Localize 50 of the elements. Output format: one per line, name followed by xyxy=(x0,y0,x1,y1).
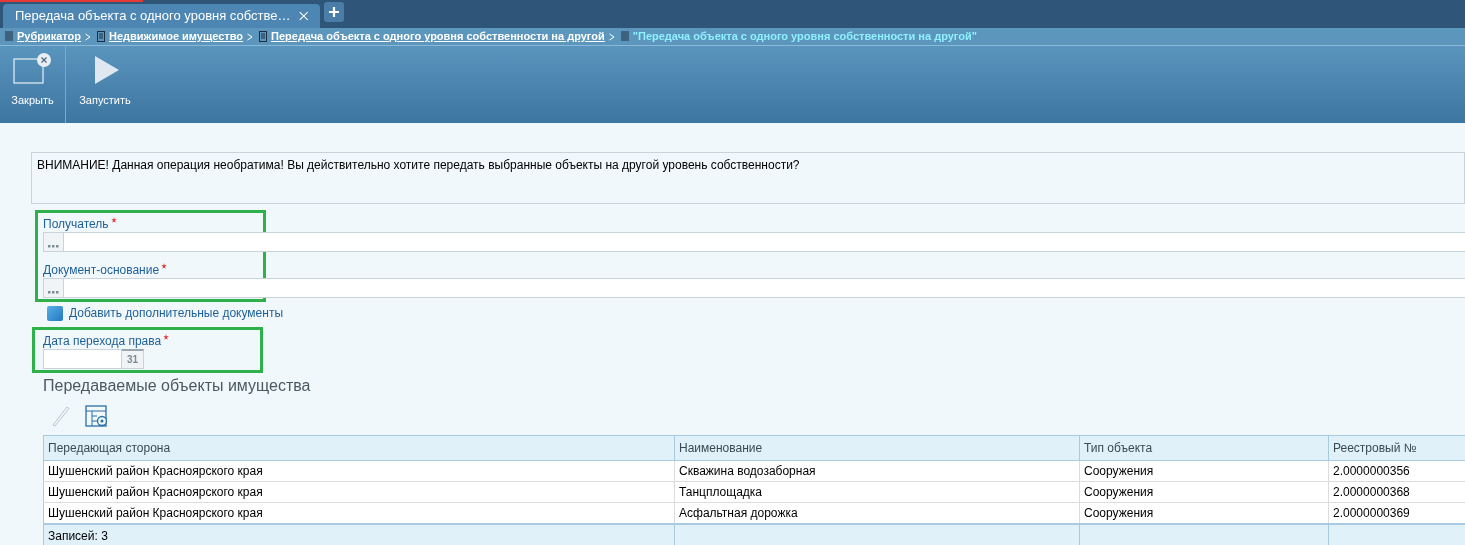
table-settings-button[interactable] xyxy=(85,405,109,427)
toolbar-button[interactable]: Запустить xyxy=(66,46,144,123)
column-header[interactable]: Наименование xyxy=(674,435,1080,461)
column-header[interactable]: Реестровый № xyxy=(1328,435,1465,461)
breadcrumb-link[interactable]: Передача объекта с одного уровня собственности на другой xyxy=(271,28,605,45)
pencil-icon xyxy=(51,405,71,427)
table-cell: Шушенский район Красноярского края xyxy=(43,460,675,482)
field-label: Дата перехода права xyxy=(43,334,162,348)
column-header[interactable]: Тип объекта xyxy=(1079,435,1329,461)
chevron-icon xyxy=(247,32,254,41)
document-icon xyxy=(47,305,63,321)
toolbar-button-label: Закрыть xyxy=(11,93,54,108)
plus-icon xyxy=(328,6,340,18)
toolbar-button[interactable]: Закрыть xyxy=(0,46,66,123)
warning-message: ВНИМАНИЕ! Данная операция необратима! Вы действительно хотите передать выбранные объекты на другой уровень собственности? xyxy=(31,152,1465,204)
tab-label: Передача объекта с одного уровня собстве… xyxy=(15,7,291,26)
input-field[interactable] xyxy=(43,232,1465,252)
close-icon xyxy=(12,52,53,86)
chevron-icon xyxy=(608,32,615,41)
toolbar-button-label: Запустить xyxy=(79,93,131,108)
breadcrumb-link[interactable]: Рубрикатор xyxy=(17,28,82,45)
table-gear-icon xyxy=(85,405,109,427)
table-cell: 2.0000000356 xyxy=(1328,460,1465,482)
record-count: Записей: 3 xyxy=(43,523,675,545)
chevron-icon xyxy=(85,32,92,41)
date-field[interactable] xyxy=(43,349,122,369)
browse-button[interactable] xyxy=(44,279,64,297)
table-cell: Скважина водозаборная xyxy=(674,460,1080,482)
new-tab-button[interactable] xyxy=(324,2,344,22)
section-title: Передаваемые объекты имущества xyxy=(43,376,312,396)
breadcrumb-link[interactable]: Недвижимое имущество xyxy=(109,28,244,45)
dots-icon xyxy=(48,245,59,248)
tab[interactable]: Передача объекта с одного уровня собстве… xyxy=(3,4,320,28)
close-icon xyxy=(298,10,308,22)
document-icon xyxy=(259,31,268,42)
table-cell: Сооружения xyxy=(1079,460,1329,482)
table-cell: Шушенский район Красноярского края xyxy=(43,481,675,503)
field-label: Получатель xyxy=(43,217,109,231)
browse-button[interactable] xyxy=(44,233,64,251)
table-cell: 2.0000000368 xyxy=(1328,481,1465,503)
document-icon xyxy=(97,31,106,42)
calendar-button[interactable]: 31 xyxy=(122,349,144,369)
add-documents-link[interactable]: Добавить дополнительные документы xyxy=(69,304,284,322)
breadcrumb-current: "Передача объекта с одного уровня собственности на другой" xyxy=(632,29,977,45)
table-cell: Сооружения xyxy=(1079,481,1329,503)
table-cell: Танцплощадка xyxy=(674,481,1080,503)
dots-icon xyxy=(48,291,59,294)
field-label: Документ-основание xyxy=(43,263,160,277)
input-field[interactable] xyxy=(43,278,1465,298)
column-header[interactable]: Передающая сторона xyxy=(43,435,675,461)
